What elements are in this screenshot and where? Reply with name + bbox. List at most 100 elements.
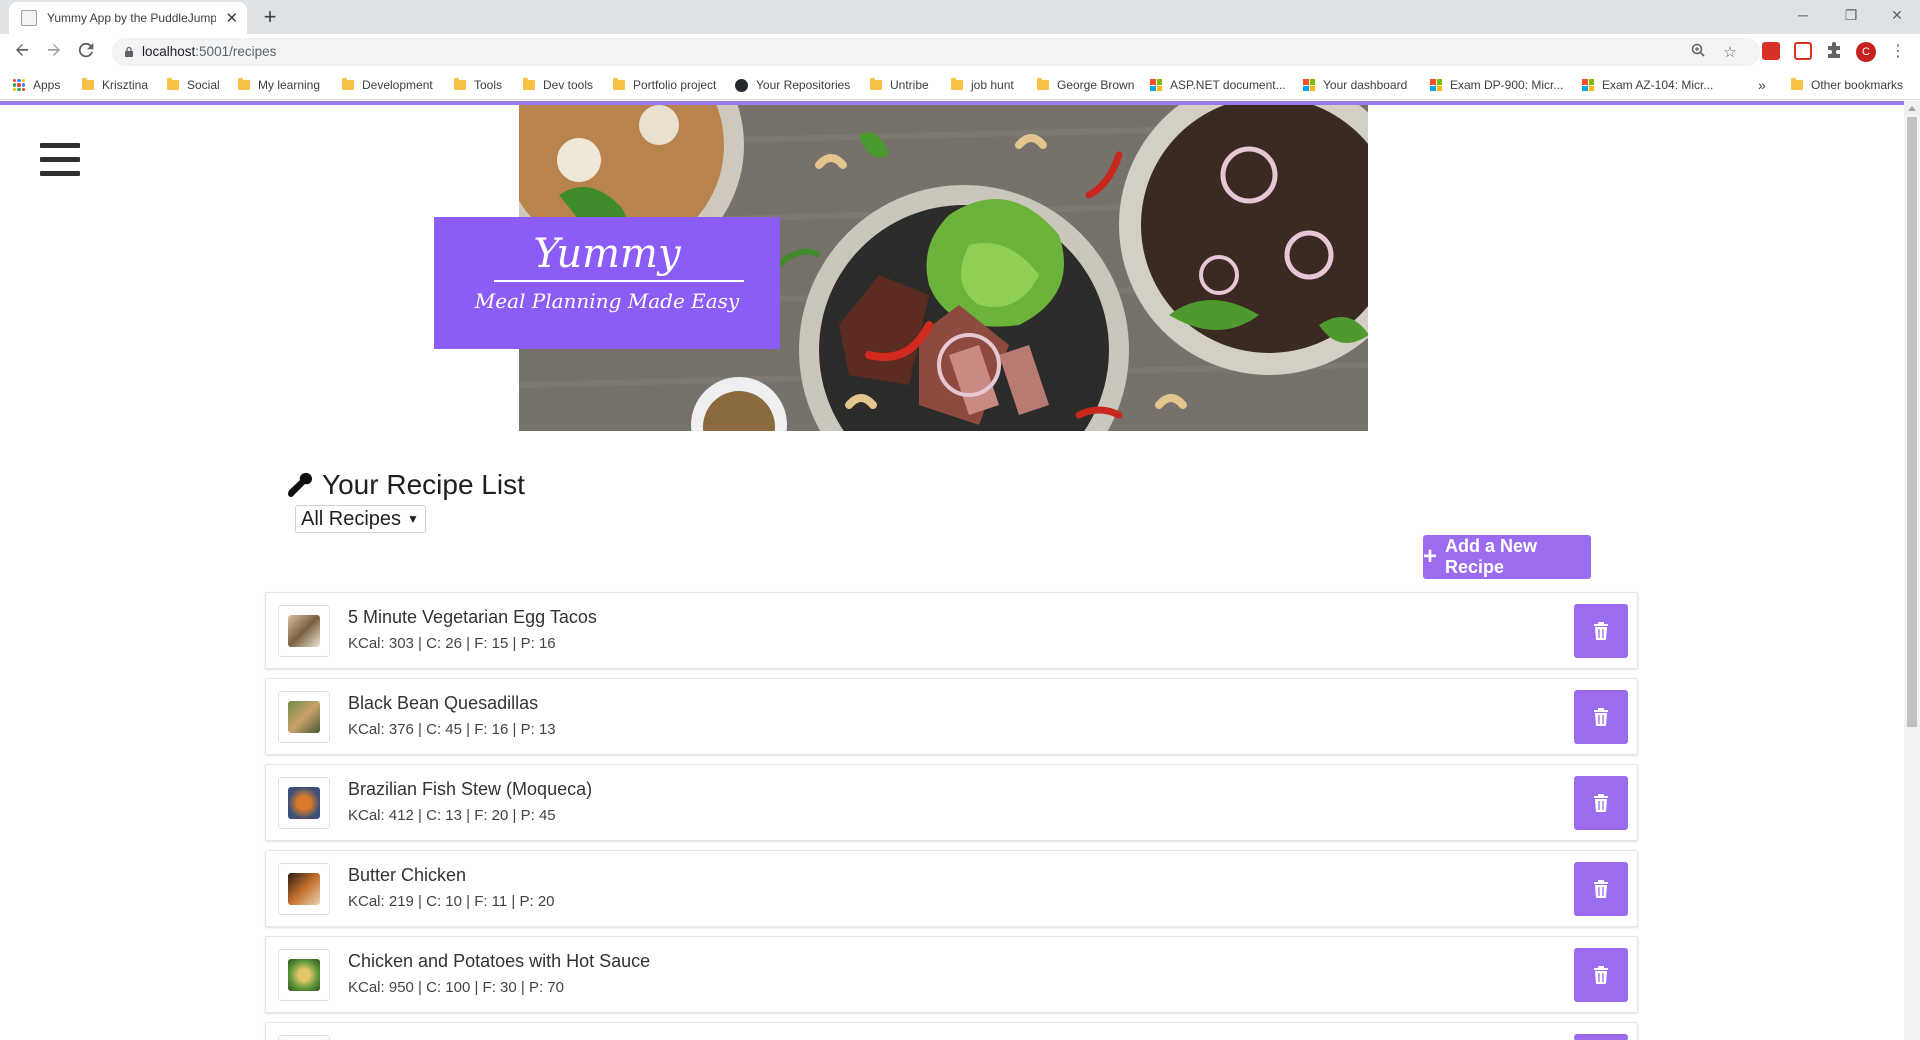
window-minimize-button[interactable]: ─ xyxy=(1780,0,1826,30)
bookmark-your-dashboard[interactable]: Your dashboard xyxy=(1303,70,1407,100)
page-favicon-icon xyxy=(21,10,37,26)
plus-icon: + xyxy=(1423,543,1438,570)
zoom-icon[interactable] xyxy=(1688,43,1708,63)
extension-pocket-icon[interactable] xyxy=(1794,42,1812,60)
bookmark-tools[interactable]: Tools xyxy=(454,70,502,100)
folder-icon xyxy=(167,78,179,90)
bookmark-untribe[interactable]: Untribe xyxy=(870,70,929,100)
bookmark-exam-dp900[interactable]: Exam DP-900: Micr... xyxy=(1430,70,1563,100)
bookmarks-overflow-button[interactable]: » xyxy=(1758,70,1766,100)
recipe-name[interactable]: Chicken and Potatoes with Hot Sauce xyxy=(348,951,650,972)
address-bar[interactable]: localhost:5001/recipes ☆ xyxy=(112,38,1760,66)
recipe-row[interactable]: Butter Chicken KCal: 219 | C: 10 | F: 11… xyxy=(265,850,1638,927)
window-close-button[interactable]: ✕ xyxy=(1874,0,1920,30)
folder-icon xyxy=(1037,78,1049,90)
delete-recipe-button[interactable] xyxy=(1574,948,1628,1002)
delete-recipe-button[interactable] xyxy=(1574,776,1628,830)
extensions-puzzle-icon[interactable] xyxy=(1825,42,1843,60)
hamburger-menu-icon[interactable] xyxy=(40,143,80,177)
recipe-filter-select[interactable]: All Recipes ▼ xyxy=(295,505,426,533)
recipe-name[interactable]: 5 Minute Vegetarian Egg Tacos xyxy=(348,607,597,628)
scroll-up-icon[interactable] xyxy=(1908,106,1916,111)
tab-close-icon[interactable]: ✕ xyxy=(224,9,239,27)
bookmark-star-icon[interactable]: ☆ xyxy=(1720,43,1740,63)
trash-icon xyxy=(1594,794,1608,812)
microsoft-icon xyxy=(1150,79,1162,91)
microsoft-icon xyxy=(1303,79,1315,91)
folder-icon xyxy=(82,78,94,90)
bookmark-portfolio-project[interactable]: Portfolio project xyxy=(613,70,716,100)
recipe-thumbnail xyxy=(278,777,330,829)
recipe-thumbnail xyxy=(278,949,330,1001)
recipe-filter-value: All Recipes xyxy=(301,507,402,530)
bookmark-dev-tools[interactable]: Dev tools xyxy=(523,70,593,100)
bookmark-aspnet-docs[interactable]: ASP.NET document... xyxy=(1150,70,1286,100)
delete-recipe-button[interactable] xyxy=(1574,862,1628,916)
page-title: Your Recipe List xyxy=(322,469,525,500)
delete-recipe-button[interactable] xyxy=(1574,604,1628,658)
recipe-thumbnail xyxy=(278,691,330,743)
bookmark-krisztina[interactable]: Krisztina xyxy=(82,70,148,100)
bookmark-other-bookmarks[interactable]: Other bookmarks xyxy=(1791,70,1903,100)
add-recipe-button[interactable]: + Add a New Recipe xyxy=(1423,535,1591,579)
browser-toolbar: localhost:5001/recipes ☆ C ⋮ xyxy=(0,34,1920,70)
trash-icon xyxy=(1594,622,1608,640)
bookmark-apps[interactable]: Apps xyxy=(13,70,60,100)
lock-icon xyxy=(125,46,133,57)
profile-avatar[interactable]: C xyxy=(1856,42,1876,62)
window-restore-button[interactable]: ❐ xyxy=(1828,0,1874,30)
trash-icon xyxy=(1594,708,1608,726)
recipe-name[interactable]: Brazilian Fish Stew (Moqueca) xyxy=(348,779,592,800)
browser-tab[interactable]: Yummy App by the PuddleJumpers ✕ xyxy=(9,2,247,34)
trash-icon xyxy=(1594,880,1608,898)
recipe-macros: KCal: 376 | C: 45 | F: 16 | P: 13 xyxy=(348,721,556,738)
recipe-macros: KCal: 219 | C: 10 | F: 11 | P: 20 xyxy=(348,893,555,910)
recipe-row-partial[interactable] xyxy=(265,1022,1638,1040)
reload-icon[interactable] xyxy=(74,40,98,64)
recipe-name[interactable]: Butter Chicken xyxy=(348,865,466,886)
microsoft-icon xyxy=(1582,79,1594,91)
browser-menu-icon[interactable]: ⋮ xyxy=(1890,41,1906,61)
folder-icon xyxy=(613,78,625,90)
folder-icon xyxy=(870,78,882,90)
recipe-name[interactable]: Black Bean Quesadillas xyxy=(348,693,538,714)
recipe-row[interactable]: 5 Minute Vegetarian Egg Tacos KCal: 303 … xyxy=(265,592,1638,669)
github-icon xyxy=(735,78,748,92)
tab-title: Yummy App by the PuddleJumpers xyxy=(47,11,217,25)
recipe-thumbnail xyxy=(278,605,330,657)
page-scrollbar[interactable] xyxy=(1904,101,1920,1040)
microsoft-icon xyxy=(1430,79,1442,91)
bookmark-development[interactable]: Development xyxy=(342,70,433,100)
bookmark-george-brown[interactable]: George Brown xyxy=(1037,70,1134,100)
recipe-macros: KCal: 412 | C: 13 | F: 20 | P: 45 xyxy=(348,807,556,824)
recipe-macros: KCal: 303 | C: 26 | F: 15 | P: 16 xyxy=(348,635,556,652)
bookmarks-bar: Apps Krisztina Social My learning Develo… xyxy=(0,70,1920,100)
recipe-macros: KCal: 950 | C: 100 | F: 30 | P: 70 xyxy=(348,979,564,996)
chef-utensil-icon xyxy=(288,473,312,497)
bookmark-social[interactable]: Social xyxy=(167,70,220,100)
delete-recipe-button[interactable] xyxy=(1574,1034,1628,1040)
brand-tagline: Meal Planning Made Easy xyxy=(474,289,740,313)
forward-icon[interactable] xyxy=(42,40,66,64)
recipe-row[interactable]: Brazilian Fish Stew (Moqueca) KCal: 412 … xyxy=(265,764,1638,841)
brand-name: Yummy xyxy=(533,231,681,277)
recipe-thumbnail xyxy=(278,863,330,915)
apps-icon xyxy=(13,79,25,91)
recipe-row[interactable]: Black Bean Quesadillas KCal: 376 | C: 45… xyxy=(265,678,1638,755)
trash-icon xyxy=(1594,966,1608,984)
bookmark-my-learning[interactable]: My learning xyxy=(238,70,320,100)
new-tab-button[interactable]: + xyxy=(258,5,282,29)
folder-icon xyxy=(342,78,354,90)
back-icon[interactable] xyxy=(10,40,34,64)
bookmark-your-repositories[interactable]: Your Repositories xyxy=(735,70,850,100)
extension-red-icon[interactable] xyxy=(1762,42,1780,60)
scrollbar-thumb[interactable] xyxy=(1907,117,1917,727)
bookmark-job-hunt[interactable]: job hunt xyxy=(951,70,1014,100)
folder-icon xyxy=(523,78,535,90)
recipe-row[interactable]: Chicken and Potatoes with Hot Sauce KCal… xyxy=(265,936,1638,1013)
delete-recipe-button[interactable] xyxy=(1574,690,1628,744)
bookmark-exam-az104[interactable]: Exam AZ-104: Micr... xyxy=(1582,70,1713,100)
recipe-thumbnail xyxy=(278,1035,330,1040)
yummy-logo[interactable]: Yummy Meal Planning Made Easy xyxy=(434,217,780,349)
recipe-list-heading: Your Recipe List xyxy=(286,468,525,502)
